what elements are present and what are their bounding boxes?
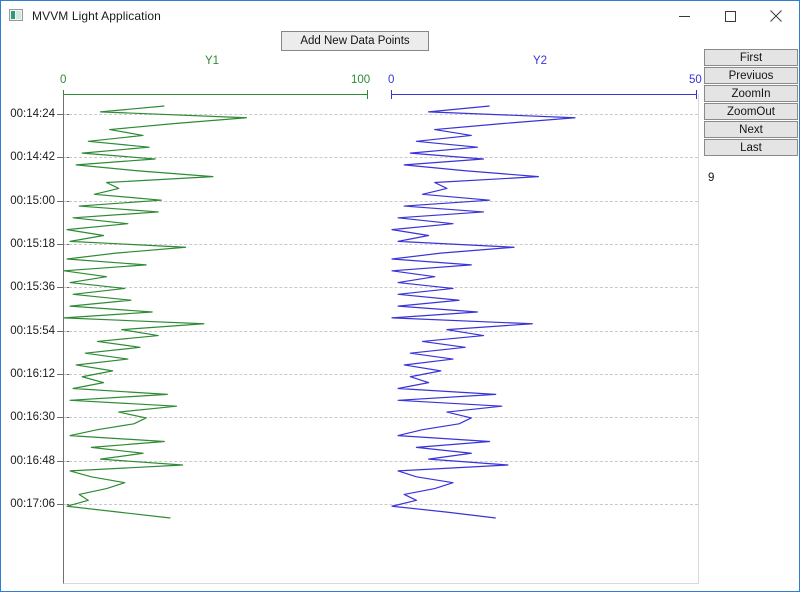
series-2-axis-max-label: 50 [689, 74, 702, 86]
series-2-axis-title: Y2 [533, 55, 548, 67]
last-button[interactable]: Last [704, 139, 798, 156]
minimize-icon[interactable] [661, 1, 707, 31]
time-axis-tick-label: 00:15:18 [10, 238, 55, 251]
window-controls [661, 1, 799, 31]
app-chart-icon [9, 9, 25, 23]
series-1-axis-min-label: 0 [60, 74, 67, 86]
time-axis-tick-label: 00:17:06 [10, 498, 55, 511]
time-axis-tick-label: 00:15:36 [10, 281, 55, 294]
window-title: MVVM Light Application [32, 9, 161, 23]
time-axis-tick-label: 00:14:24 [10, 108, 55, 120]
zoom-in-button[interactable]: ZoomIn [704, 85, 798, 102]
chart: Y1 0 100 Y2 0 50 00:14:24 00:14:42 00:15:0… [1, 53, 702, 586]
close-icon[interactable] [753, 1, 799, 31]
add-new-data-points-button[interactable]: Add New Data Points [281, 31, 429, 51]
page-index-value: 9 [708, 172, 715, 184]
next-button[interactable]: Next [704, 121, 798, 138]
time-axis-tick-label: 00:14:42 [10, 151, 55, 164]
zoom-out-button[interactable]: ZoomOut [704, 103, 798, 120]
maximize-icon[interactable] [707, 1, 753, 31]
series-lines [64, 105, 576, 519]
previous-button[interactable]: Previuos [704, 67, 798, 84]
application-window: MVVM Light Application Add New Data Poin… [0, 0, 800, 592]
time-axis-tick-label: 00:16:12 [10, 368, 55, 381]
first-button[interactable]: First [704, 49, 798, 66]
time-axis-tick-label: 00:15:00 [10, 194, 55, 207]
series-2-axis-min-label: 0 [388, 74, 395, 86]
time-axis-tick-label: 00:15:54 [10, 324, 55, 337]
navigation-button-group: First Previuos ZoomIn ZoomOut Next Last [704, 49, 798, 157]
series-line-y1 [64, 105, 247, 519]
time-axis-labels: 00:14:24 00:14:42 00:15:00 00:15:18 00:15:36… [1, 94, 69, 584]
time-axis-tick-label: 00:16:30 [10, 411, 55, 424]
plot-area [63, 94, 699, 584]
series-1-axis-title: Y1 [205, 55, 220, 67]
time-axis-tick-label: 00:16:48 [10, 454, 55, 467]
series-1-axis-max-label: 100 [351, 74, 371, 86]
series-line-y2 [391, 105, 576, 519]
title-bar: MVVM Light Application [1, 1, 799, 31]
